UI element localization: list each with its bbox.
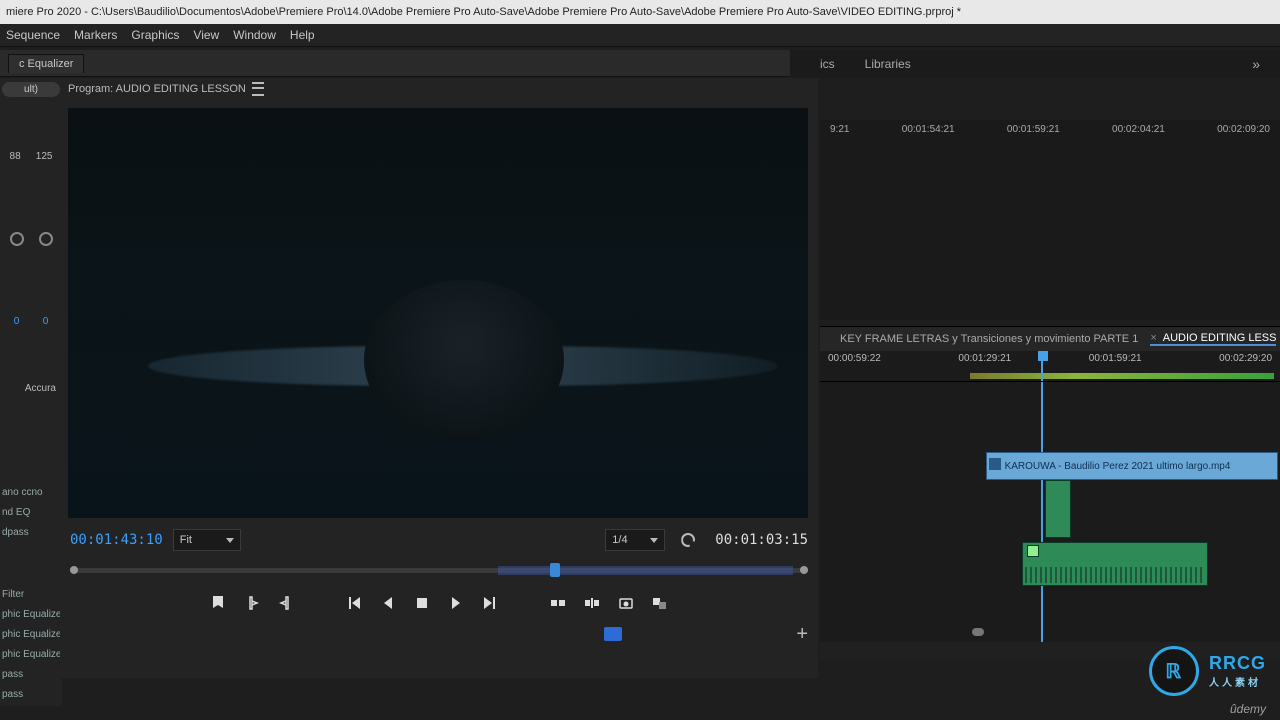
play-stop-button[interactable] bbox=[412, 593, 432, 613]
audio-clip[interactable] bbox=[1022, 542, 1208, 586]
watermark-logo-icon: ℝ bbox=[1149, 646, 1199, 696]
mark-out-button[interactable] bbox=[276, 593, 296, 613]
program-title: Program: AUDIO EDITING LESSON bbox=[68, 83, 246, 95]
list-item[interactable]: ano ccno bbox=[2, 484, 60, 502]
list-item[interactable]: Filter bbox=[2, 586, 60, 604]
go-to-out-button[interactable] bbox=[480, 593, 500, 613]
ruler-tick: 00:01:54:21 bbox=[902, 124, 955, 135]
lift-button[interactable] bbox=[548, 593, 568, 613]
timecode-current[interactable]: 00:01:43:10 bbox=[70, 532, 163, 548]
tab-libraries[interactable]: Libraries bbox=[865, 57, 911, 71]
tab-close-icon[interactable]: × bbox=[1150, 332, 1156, 344]
menu-help[interactable]: Help bbox=[290, 28, 315, 42]
menu-bar: Sequence Markers Graphics View Window He… bbox=[0, 24, 1280, 47]
ruler-tick: 00:02:09:20 bbox=[1217, 124, 1270, 135]
ruler-tick: 00:01:29:21 bbox=[958, 353, 1011, 364]
sequence-tab-label: AUDIO EDITING LESS bbox=[1163, 332, 1277, 344]
chevron-down-icon bbox=[226, 538, 234, 543]
transport-buttons bbox=[60, 586, 818, 620]
audio-clip-short[interactable] bbox=[1045, 480, 1071, 538]
add-marker-button[interactable] bbox=[208, 593, 228, 613]
ruler-tick: 00:01:59:21 bbox=[1089, 353, 1142, 364]
sequence-tab-active[interactable]: × AUDIO EDITING LESS bbox=[1150, 332, 1276, 346]
zoom-fit-value: Fit bbox=[180, 534, 192, 546]
step-back-button[interactable] bbox=[378, 593, 398, 613]
playhead-line[interactable] bbox=[1041, 382, 1043, 642]
audio-waveform bbox=[1025, 567, 1205, 583]
timeline-panel: KEY FRAME LETRAS y Transiciones y movimi… bbox=[820, 326, 1280, 660]
extract-button[interactable] bbox=[582, 593, 602, 613]
export-frame-button[interactable] bbox=[616, 593, 636, 613]
list-item[interactable]: dpass bbox=[2, 524, 60, 542]
menu-graphics[interactable]: Graphics bbox=[131, 28, 179, 42]
mark-in-button[interactable] bbox=[242, 593, 262, 613]
settings-wrench-icon[interactable] bbox=[681, 533, 695, 547]
video-clip-label: KAROUWA - Baudilio Perez 2021 ultimo lar… bbox=[1005, 461, 1231, 472]
sequence-tabs: KEY FRAME LETRAS y Transiciones y movimi… bbox=[820, 327, 1280, 351]
clip-fx-icon bbox=[989, 458, 1001, 470]
list-item[interactable]: pass bbox=[2, 686, 60, 704]
value-zero[interactable]: 0 bbox=[14, 316, 20, 327]
timeline-playhead[interactable] bbox=[1041, 351, 1043, 381]
watermark-brand: RRCG bbox=[1209, 653, 1266, 673]
resolution-dropdown[interactable]: 1/4 bbox=[605, 529, 665, 551]
zoom-fit-dropdown[interactable]: Fit bbox=[173, 529, 241, 551]
filters-list: ano ccno nd EQ dpass Filter phic Equaliz… bbox=[2, 484, 60, 706]
video-clip[interactable]: KAROUWA - Baudilio Perez 2021 ultimo lar… bbox=[986, 452, 1278, 480]
source-timeline-ruler[interactable]: 9:21 00:01:54:21 00:01:59:21 00:02:04:21… bbox=[820, 120, 1280, 320]
step-forward-button[interactable] bbox=[446, 593, 466, 613]
toggle-proxies-button[interactable] bbox=[604, 627, 622, 641]
panel-menu-icon[interactable] bbox=[252, 82, 264, 96]
list-item[interactable]: phic Equalize bbox=[2, 606, 60, 624]
list-item[interactable]: phic Equalize bbox=[2, 626, 60, 644]
tab-graphics[interactable]: ics bbox=[820, 57, 835, 71]
chevron-down-icon bbox=[650, 538, 658, 543]
meter-value-right: 125 bbox=[36, 151, 53, 162]
accuracy-label: Accura bbox=[2, 383, 60, 394]
list-item[interactable]: pass bbox=[2, 666, 60, 684]
watermark-sub: 人人素材 bbox=[1209, 674, 1266, 689]
overflow-icon[interactable]: » bbox=[1252, 56, 1260, 72]
window-titlebar: miere Pro 2020 - C:\Users\Baudilio\Docum… bbox=[0, 0, 1280, 24]
scroll-thumb[interactable] bbox=[972, 628, 984, 636]
menu-view[interactable]: View bbox=[193, 28, 219, 42]
meter-value-left: 88 bbox=[10, 151, 21, 162]
tab-equalizer[interactable]: c Equalizer bbox=[8, 54, 84, 73]
workspace-tabs: ics Libraries » bbox=[790, 50, 1280, 78]
watermark-udemy: ûdemy bbox=[1230, 702, 1266, 716]
ruler-tick: 00:00:59:22 bbox=[828, 353, 881, 364]
comparison-view-button[interactable] bbox=[650, 593, 670, 613]
knob-icon[interactable] bbox=[10, 232, 24, 246]
ruler-tick: 00:02:29:20 bbox=[1219, 353, 1272, 364]
timecode-duration: 00:01:03:15 bbox=[715, 532, 808, 548]
ruler-tick: 00:01:59:21 bbox=[1007, 124, 1060, 135]
menu-sequence[interactable]: Sequence bbox=[6, 28, 60, 42]
menu-window[interactable]: Window bbox=[233, 28, 276, 42]
watermark-rrcg: ℝ RRCG 人人素材 bbox=[1149, 646, 1266, 696]
list-item[interactable]: nd EQ bbox=[2, 504, 60, 522]
program-scrubber[interactable] bbox=[70, 560, 808, 580]
in-point-handle[interactable] bbox=[70, 566, 78, 574]
ruler-tick: 9:21 bbox=[830, 124, 849, 135]
knob-icon[interactable] bbox=[39, 232, 53, 246]
sequence-tab[interactable]: KEY FRAME LETRAS y Transiciones y movimi… bbox=[840, 333, 1138, 345]
out-point-handle[interactable] bbox=[800, 566, 808, 574]
program-monitor-panel: Program: AUDIO EDITING LESSON 00:01:43:1… bbox=[60, 78, 818, 678]
value-zero[interactable]: 0 bbox=[43, 316, 49, 327]
resolution-value: 1/4 bbox=[612, 534, 627, 546]
left-sidebar: ult) 88 125 0 0 Accura ano ccno nd EQ dp… bbox=[0, 78, 62, 706]
effects-tab-strip: c Equalizer × bbox=[0, 50, 820, 77]
menu-markers[interactable]: Markers bbox=[74, 28, 117, 42]
timeline-zoom-scroll[interactable] bbox=[860, 628, 1260, 636]
button-editor-plus-icon[interactable]: + bbox=[796, 623, 808, 646]
keyframe-icon[interactable] bbox=[1027, 545, 1039, 557]
list-item[interactable]: phic Equalize bbox=[2, 646, 60, 664]
ruler-tick: 00:02:04:21 bbox=[1112, 124, 1165, 135]
timeline-ruler[interactable]: 00:00:59:22 00:01:29:21 00:01:59:21 00:0… bbox=[820, 351, 1280, 382]
program-video-frame[interactable] bbox=[68, 108, 808, 518]
go-to-in-button[interactable] bbox=[344, 593, 364, 613]
timeline-tracks[interactable]: KAROUWA - Baudilio Perez 2021 ultimo lar… bbox=[820, 382, 1280, 642]
playhead-icon[interactable] bbox=[550, 563, 560, 577]
